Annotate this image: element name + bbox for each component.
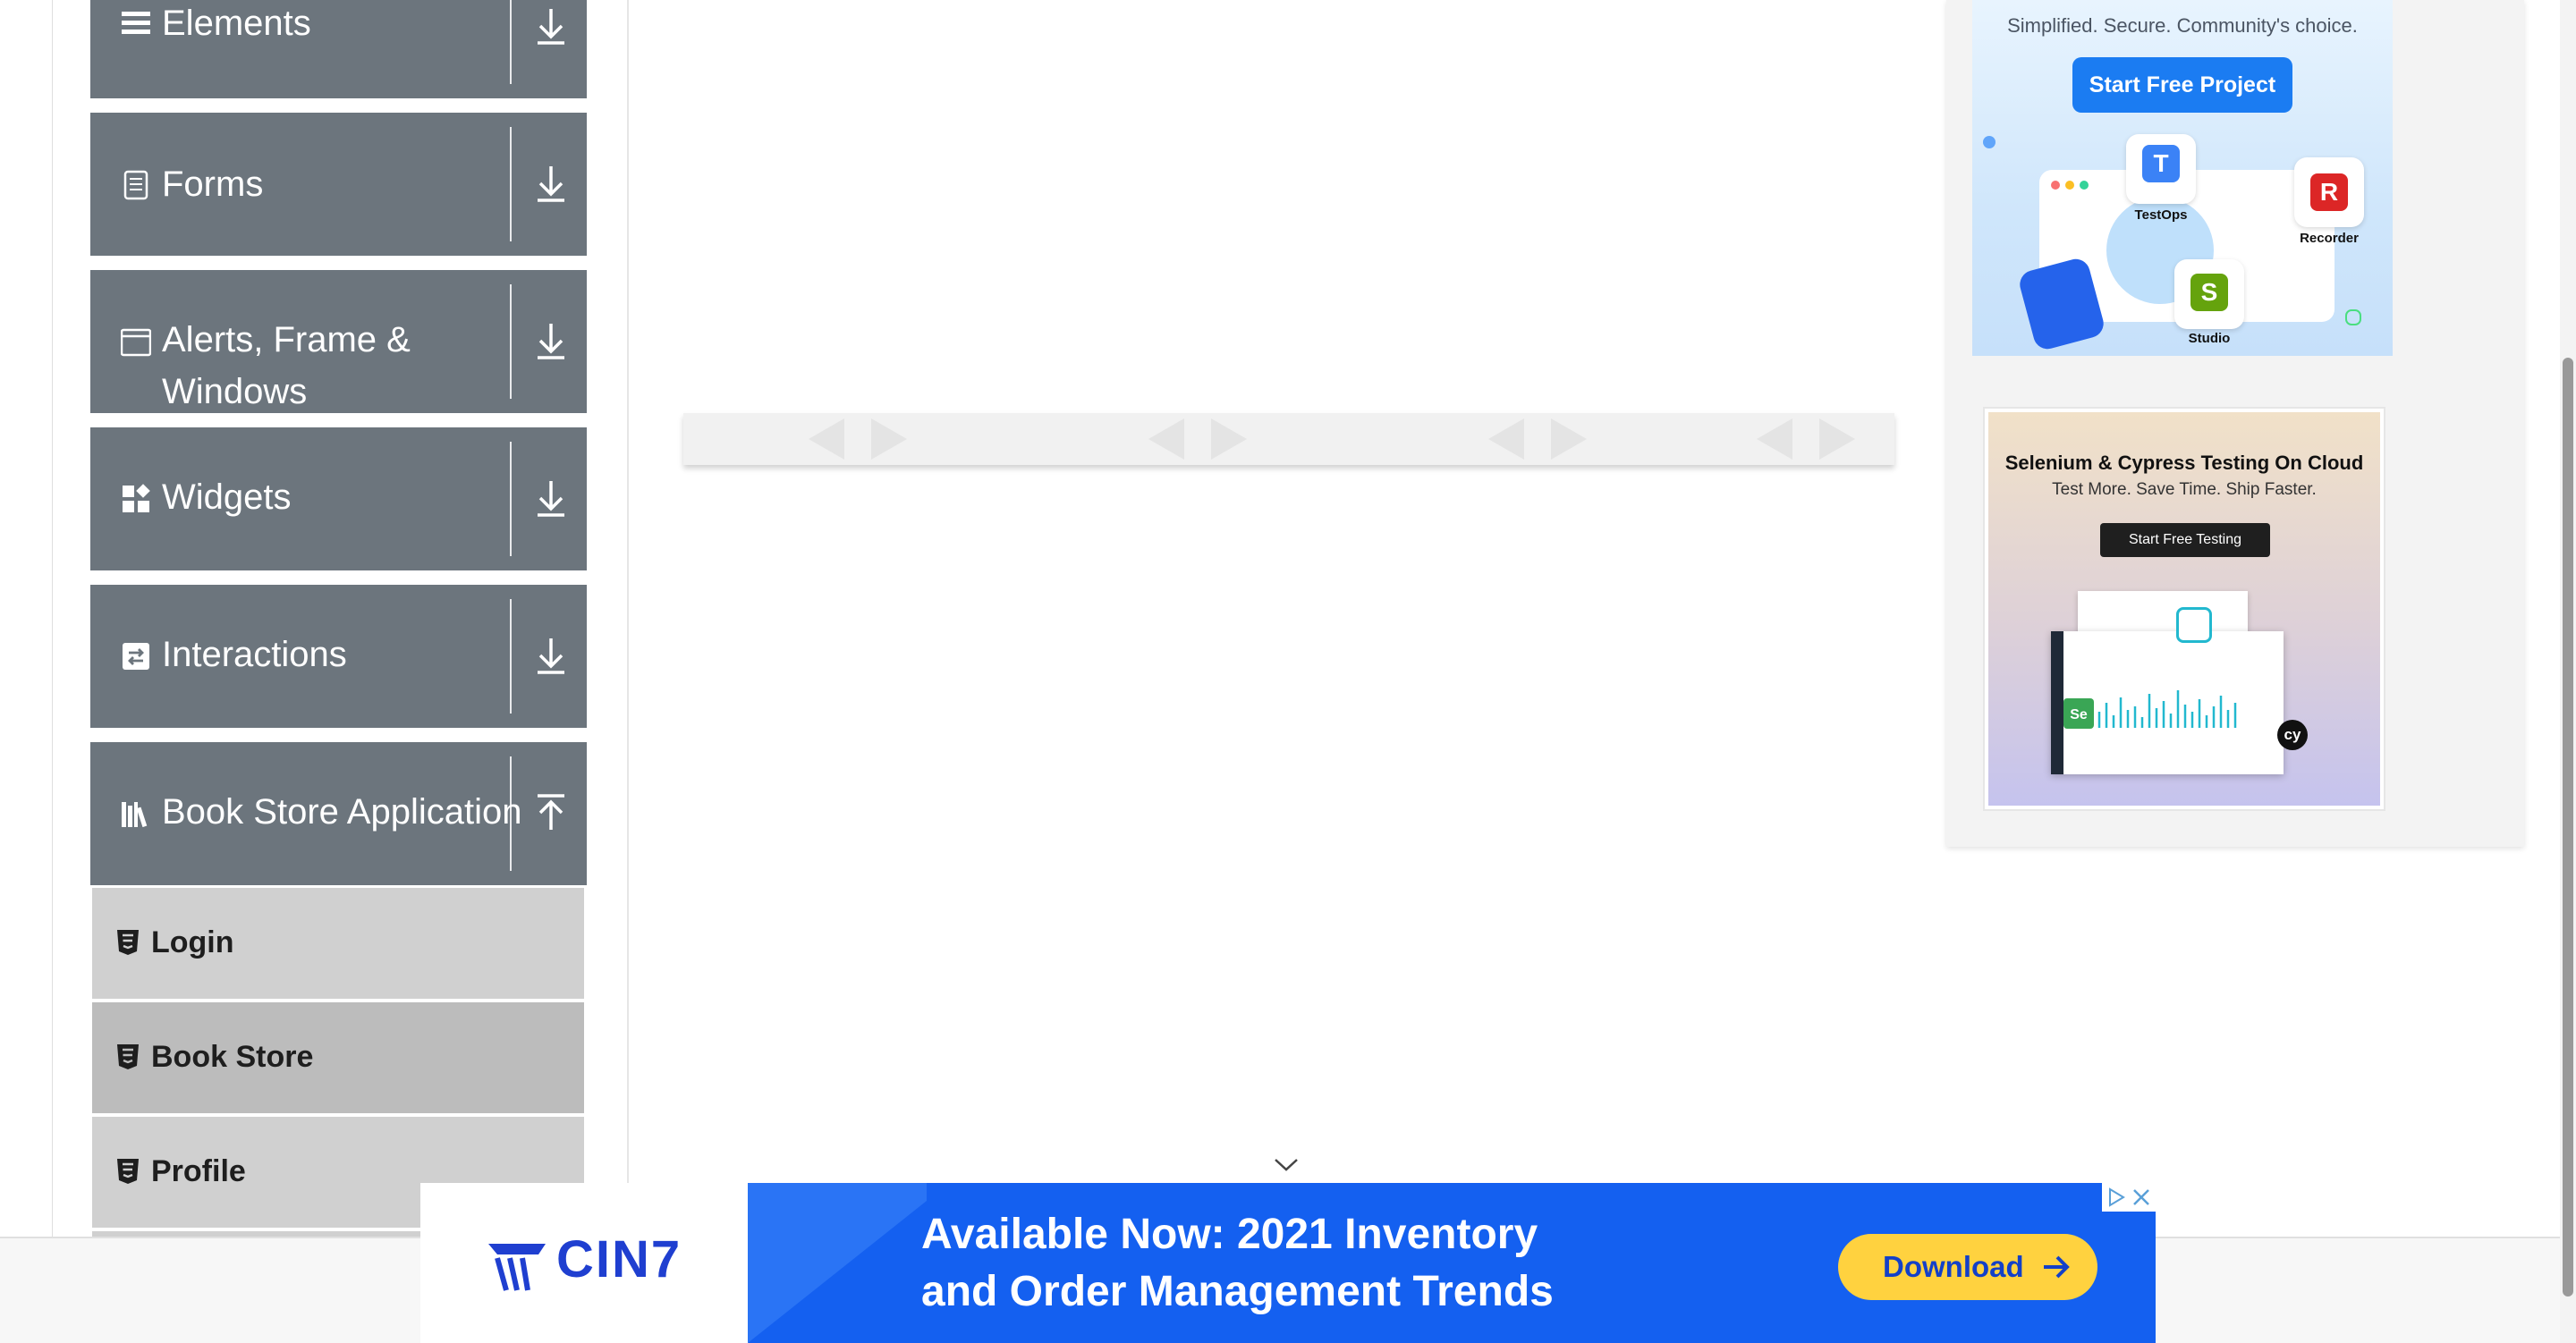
ad-subline: Test More. Save Time. Ship Faster. <box>2052 480 2317 499</box>
app-label: Studio <box>2188 331 2231 346</box>
dashboard-sidebar <box>2051 631 2063 774</box>
group-divider <box>510 756 512 871</box>
html5-icon <box>117 1044 139 1069</box>
group-divider <box>510 599 512 714</box>
sidebar-item-label: Book Store <box>151 1040 314 1074</box>
download-button[interactable]: Download <box>1838 1234 2097 1300</box>
start-free-project-button[interactable]: Start Free Project <box>2072 57 2292 113</box>
lambdatest-ad[interactable]: Selenium & Cypress Testing On Cloud Test… <box>1983 407 2385 811</box>
sidebar-group-interactions[interactable]: Interactions <box>90 585 587 728</box>
decor-dot <box>1983 136 1996 148</box>
ad-choices-icon[interactable] <box>2106 1187 2127 1208</box>
download-icon[interactable] <box>529 317 573 367</box>
window-icon <box>121 328 151 357</box>
widgets-icon <box>123 484 150 512</box>
upload-icon[interactable] <box>529 789 573 839</box>
decor-dot <box>2345 309 2361 325</box>
hamburger-icon <box>122 12 150 34</box>
banner-brand: CIN7 <box>556 1230 682 1288</box>
testops-logo-icon: T <box>2142 145 2180 182</box>
window-dot <box>2065 181 2074 190</box>
sidebar-item-label: Login <box>151 925 234 959</box>
sidebar-group-label-line1: Alerts, Frame & <box>162 320 411 359</box>
sidebar-group-forms[interactable]: Forms <box>90 113 587 256</box>
download-icon[interactable] <box>529 2 573 52</box>
download-icon[interactable] <box>529 474 573 524</box>
sidebar-item-book-store[interactable]: Book Store <box>92 1002 584 1113</box>
document-icon <box>123 170 148 200</box>
sidebar-group-label: Forms <box>162 165 264 204</box>
download-icon[interactable] <box>529 631 573 681</box>
chevron-down-icon[interactable] <box>1273 1156 1300 1174</box>
window-dot <box>2080 181 2089 190</box>
triangle-pattern <box>809 418 1855 460</box>
cin7-banner-ad[interactable]: CIN7 Available Now: 2021 Inventory and O… <box>420 1183 2156 1343</box>
sidebar-item-login[interactable]: Login <box>92 888 584 999</box>
lambdatest-logo-icon <box>2176 607 2212 643</box>
ad-choices[interactable] <box>2102 1183 2156 1212</box>
start-free-testing-button[interactable]: Start Free Testing <box>2100 523 2270 557</box>
sidebar-group-elements[interactable]: Elements <box>90 0 587 98</box>
download-icon[interactable] <box>529 159 573 209</box>
group-divider <box>510 442 512 556</box>
sidebar-right-border <box>627 0 629 1237</box>
sidebar-group-alerts-frame-windows[interactable]: Alerts, Frame & Windows <box>90 270 587 413</box>
window-dot <box>2051 181 2060 190</box>
app-label: Recorder <box>2300 231 2359 246</box>
html5-icon <box>117 1159 139 1184</box>
bar-chart-illustration <box>2097 690 2237 728</box>
group-divider <box>510 127 512 241</box>
sidebar-item-label: Profile <box>151 1154 246 1188</box>
cypress-logo-icon: cy <box>2277 720 2308 750</box>
page-scrollbar-thumb[interactable] <box>2563 358 2573 1297</box>
sidebar-group-label: Elements <box>162 4 311 43</box>
books-icon <box>122 802 148 828</box>
sidebar-group-label: Widgets <box>162 477 292 517</box>
ad-background: Selenium & Cypress Testing On Cloud Test… <box>1988 412 2380 806</box>
group-divider <box>510 284 512 399</box>
html5-icon <box>117 930 139 955</box>
cin7-logo-icon <box>488 1244 546 1291</box>
arrow-right-icon <box>2044 1255 2070 1279</box>
banner-headline: Available Now: 2021 Inventory and Order … <box>921 1206 1690 1321</box>
download-button-label: Download <box>1883 1250 2024 1283</box>
ad-tagline: Simplified. Secure. Community's choice. <box>2007 14 2358 37</box>
recorder-logo-icon: R <box>2310 173 2348 211</box>
studio-logo-icon: S <box>2190 274 2228 311</box>
sidebar-group-label: Book Store Application <box>162 792 522 832</box>
banner-headline-line1: Available Now: 2021 Inventory <box>921 1211 1538 1258</box>
app-label: TestOps <box>2134 207 2188 223</box>
close-icon[interactable] <box>2131 1187 2152 1208</box>
katalon-ad[interactable]: Simplified. Secure. Community's choice. … <box>1972 0 2393 356</box>
left-column-border <box>52 0 53 1237</box>
ad-placeholder-bar <box>683 413 1894 465</box>
interactions-icon <box>123 643 149 670</box>
selenium-logo-icon: Se <box>2063 698 2094 729</box>
sidebar-group-widgets[interactable]: Widgets <box>90 427 587 570</box>
banner-stripe <box>748 1183 927 1343</box>
group-divider <box>510 0 512 84</box>
sidebar-group-label-line2: Windows <box>162 372 308 411</box>
sidebar-group-book-store-application[interactable]: Book Store Application <box>90 742 587 885</box>
banner-headline-line2: and Order Management Trends <box>921 1268 1554 1315</box>
ad-headline: Selenium & Cypress Testing On Cloud <box>2004 452 2364 474</box>
sidebar-group-label: Interactions <box>162 635 347 674</box>
